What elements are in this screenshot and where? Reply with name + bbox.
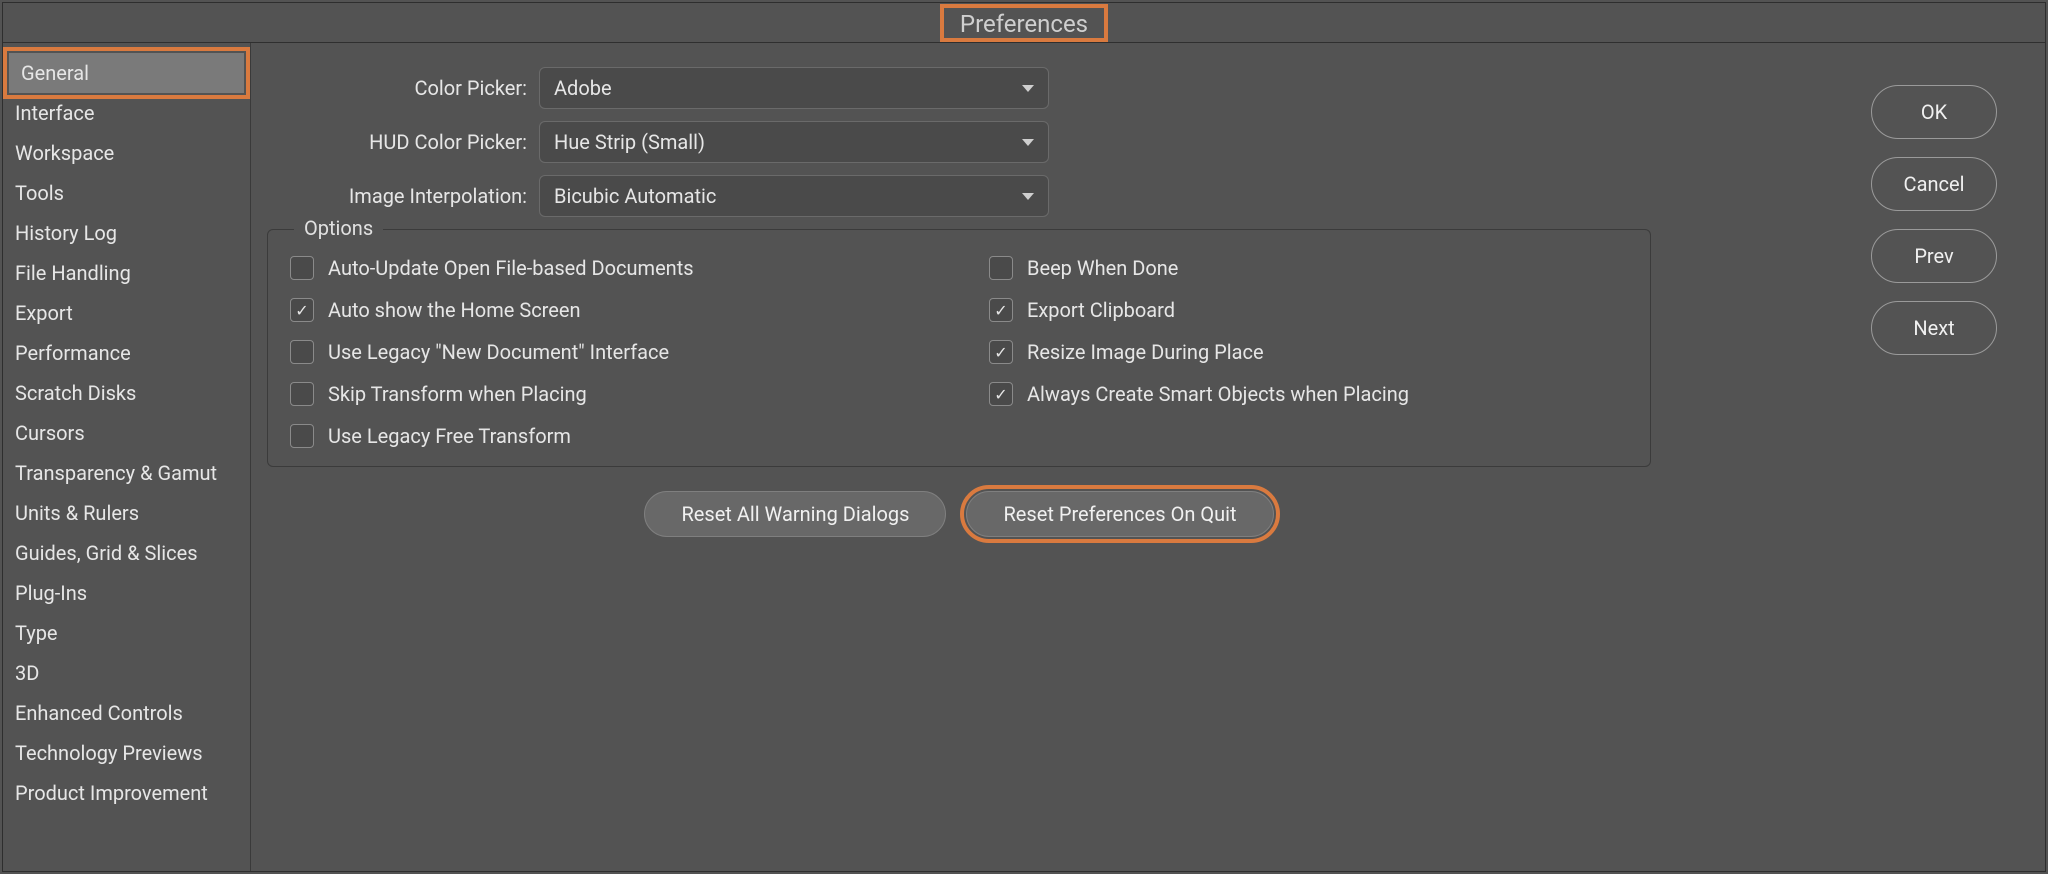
hud-color-picker-label: HUD Color Picker: — [267, 130, 527, 154]
next-button[interactable]: Next — [1871, 301, 1997, 355]
sidebar-item-file-handling[interactable]: File Handling — [3, 253, 250, 293]
action-buttons: OK Cancel Prev Next — [1871, 67, 2021, 871]
option-auto-update-open-file-based-documents[interactable]: Auto-Update Open File-based Documents — [290, 256, 929, 280]
color-picker-label: Color Picker: — [267, 76, 527, 100]
option-label: Beep When Done — [1027, 256, 1178, 280]
window-title: Preferences — [942, 6, 1106, 40]
options-group: Options Auto-Update Open File-based Docu… — [267, 229, 1651, 467]
dialog-body: GeneralInterfaceWorkspaceToolsHistory Lo… — [3, 43, 2045, 871]
sidebar-item-plug-ins[interactable]: Plug-Ins — [3, 573, 250, 613]
checkbox[interactable] — [989, 340, 1013, 364]
option-use-legacy-new-document-interface[interactable]: Use Legacy "New Document" Interface — [290, 340, 929, 364]
cancel-button[interactable]: Cancel — [1871, 157, 1997, 211]
sidebar-item-enhanced-controls[interactable]: Enhanced Controls — [3, 693, 250, 733]
option-export-clipboard[interactable]: Export Clipboard — [989, 298, 1628, 322]
image-interpolation-select[interactable]: Bicubic Automatic — [539, 175, 1049, 217]
sidebar-item-export[interactable]: Export — [3, 293, 250, 333]
option-label: Use Legacy Free Transform — [328, 424, 571, 448]
options-legend: Options — [294, 216, 383, 240]
hud-color-picker-value: Hue Strip (Small) — [554, 130, 705, 154]
sidebar-item-performance[interactable]: Performance — [3, 333, 250, 373]
checkbox[interactable] — [290, 424, 314, 448]
checkbox[interactable] — [989, 256, 1013, 280]
sidebar-item-general[interactable]: General — [9, 53, 244, 93]
option-label: Resize Image During Place — [1027, 340, 1264, 364]
option-skip-transform-when-placing[interactable]: Skip Transform when Placing — [290, 382, 929, 406]
sidebar-item-interface[interactable]: Interface — [3, 93, 250, 133]
sidebar-item-guides-grid-slices[interactable]: Guides, Grid & Slices — [3, 533, 250, 573]
preferences-dialog: Preferences GeneralInterfaceWorkspaceToo… — [2, 2, 2046, 872]
sidebar-item-product-improvement[interactable]: Product Improvement — [3, 773, 250, 813]
sidebar-item-tools[interactable]: Tools — [3, 173, 250, 213]
hud-color-picker-select[interactable]: Hue Strip (Small) — [539, 121, 1049, 163]
reset-warning-dialogs-button[interactable]: Reset All Warning Dialogs — [644, 491, 946, 537]
sidebar-item-transparency-gamut[interactable]: Transparency & Gamut — [3, 453, 250, 493]
option-use-legacy-free-transform[interactable]: Use Legacy Free Transform — [290, 424, 929, 448]
sidebar-item-cursors[interactable]: Cursors — [3, 413, 250, 453]
checkbox[interactable] — [290, 298, 314, 322]
option-label: Always Create Smart Objects when Placing — [1027, 382, 1409, 406]
chevron-down-icon — [1022, 139, 1034, 146]
checkbox[interactable] — [290, 382, 314, 406]
sidebar-item-scratch-disks[interactable]: Scratch Disks — [3, 373, 250, 413]
option-label: Auto show the Home Screen — [328, 298, 581, 322]
sidebar-item-type[interactable]: Type — [3, 613, 250, 653]
reset-preferences-on-quit-button[interactable]: Reset Preferences On Quit — [966, 491, 1273, 537]
checkbox[interactable] — [989, 298, 1013, 322]
sidebar-item-units-rulers[interactable]: Units & Rulers — [3, 493, 250, 533]
image-interpolation-label: Image Interpolation: — [267, 184, 527, 208]
option-always-create-smart-objects-when-placing[interactable]: Always Create Smart Objects when Placing — [989, 382, 1628, 406]
color-picker-select[interactable]: Adobe — [539, 67, 1049, 109]
image-interpolation-value: Bicubic Automatic — [554, 184, 716, 208]
option-label: Auto-Update Open File-based Documents — [328, 256, 694, 280]
category-sidebar: GeneralInterfaceWorkspaceToolsHistory Lo… — [3, 43, 251, 871]
main-panel: Color Picker: Adobe HUD Color Picker: Hu… — [251, 43, 2045, 871]
prev-button[interactable]: Prev — [1871, 229, 1997, 283]
sidebar-item-technology-previews[interactable]: Technology Previews — [3, 733, 250, 773]
form-column: Color Picker: Adobe HUD Color Picker: Hu… — [267, 67, 1871, 871]
ok-button[interactable]: OK — [1871, 85, 1997, 139]
sidebar-item-workspace[interactable]: Workspace — [3, 133, 250, 173]
option-resize-image-during-place[interactable]: Resize Image During Place — [989, 340, 1628, 364]
option-auto-show-the-home-screen[interactable]: Auto show the Home Screen — [290, 298, 929, 322]
option-beep-when-done[interactable]: Beep When Done — [989, 256, 1628, 280]
option-label: Use Legacy "New Document" Interface — [328, 340, 669, 364]
option-label: Export Clipboard — [1027, 298, 1175, 322]
sidebar-item-3d[interactable]: 3D — [3, 653, 250, 693]
sidebar-item-history-log[interactable]: History Log — [3, 213, 250, 253]
checkbox[interactable] — [989, 382, 1013, 406]
checkbox[interactable] — [290, 340, 314, 364]
option-label: Skip Transform when Placing — [328, 382, 587, 406]
chevron-down-icon — [1022, 85, 1034, 92]
chevron-down-icon — [1022, 193, 1034, 200]
color-picker-value: Adobe — [554, 76, 612, 100]
titlebar: Preferences — [3, 3, 2045, 43]
checkbox[interactable] — [290, 256, 314, 280]
